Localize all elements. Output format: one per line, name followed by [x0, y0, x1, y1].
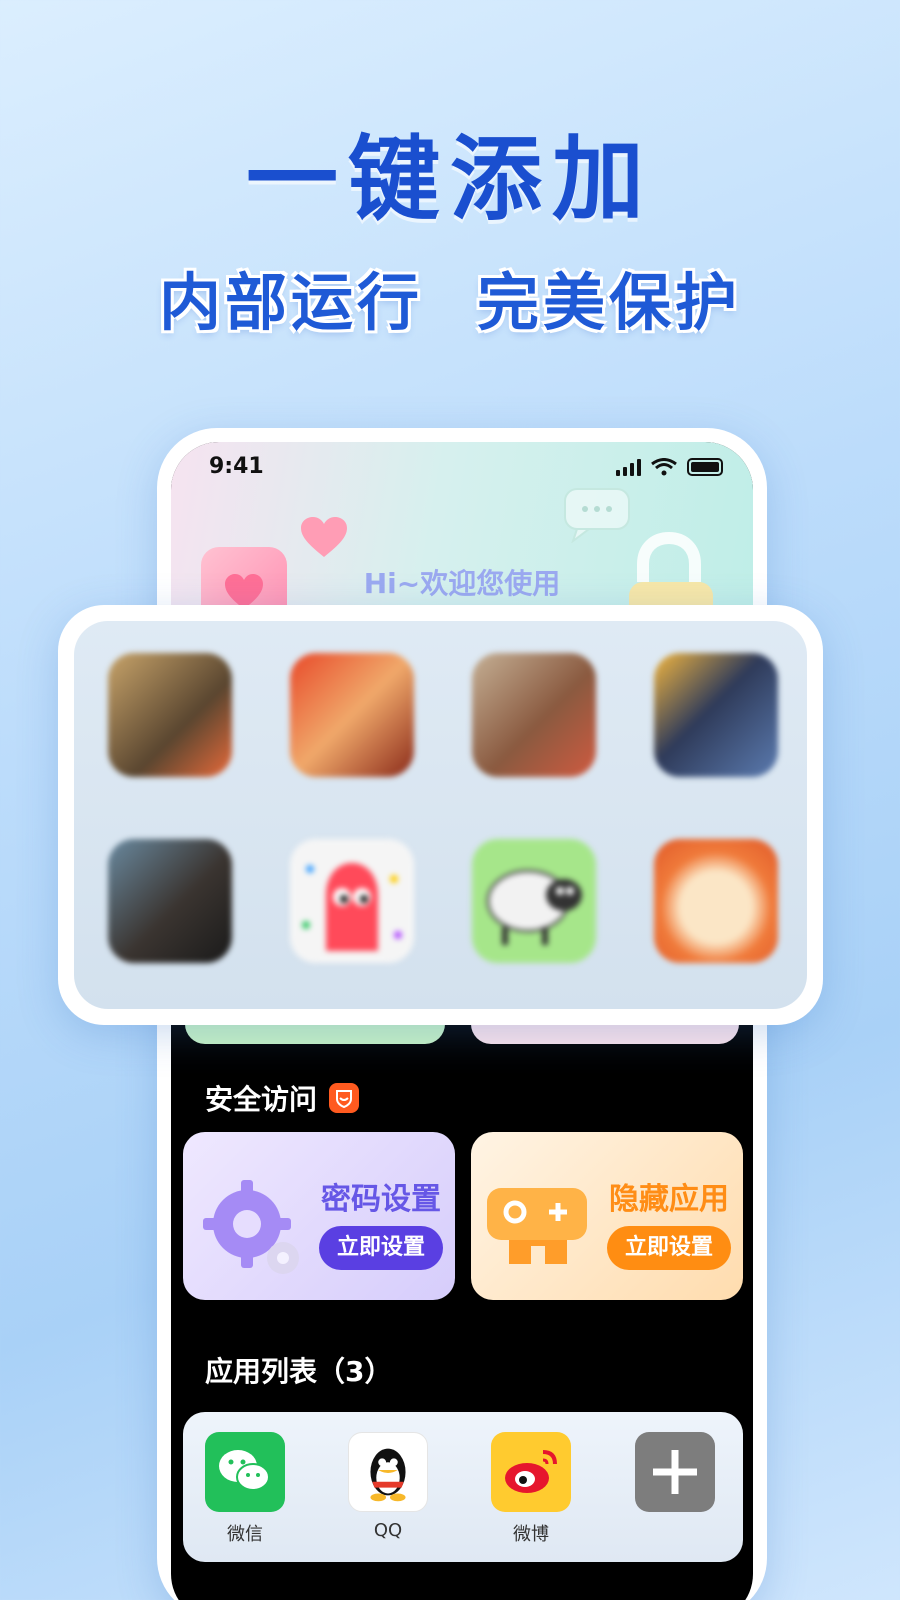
- app-label-wechat: 微信: [227, 1524, 263, 1545]
- hide-apps-card[interactable]: 隐藏应用 立即设置: [471, 1132, 743, 1300]
- game-3-icon[interactable]: [472, 653, 596, 777]
- feature-card-pink[interactable]: [471, 1022, 739, 1044]
- feature-cards-stub: [185, 1022, 739, 1044]
- app-list-title: 应用列表（3）: [205, 1355, 393, 1388]
- game-7-icon[interactable]: [472, 839, 596, 963]
- app-label-add: [635, 1520, 715, 1542]
- game-icons-grid: [74, 621, 807, 1009]
- app-list-panel: 微信 QQ 微博: [183, 1412, 743, 1562]
- app-item-wechat[interactable]: 微信: [205, 1432, 285, 1545]
- password-settings-card[interactable]: 密码设置 立即设置: [183, 1132, 455, 1300]
- status-icons: [616, 458, 723, 476]
- weibo-icon: [491, 1432, 571, 1512]
- game-1-icon[interactable]: [108, 653, 232, 777]
- app-label-weibo: 微博: [513, 1524, 549, 1545]
- add-app-button[interactable]: [635, 1432, 715, 1542]
- game-4-icon[interactable]: [654, 653, 778, 777]
- qq-icon: [348, 1432, 428, 1512]
- gamepad-icon: [487, 1188, 587, 1264]
- headline: 一键添加: [245, 126, 654, 233]
- app-item-weibo[interactable]: 微博: [491, 1432, 571, 1545]
- subline-part1: 内部运行: [158, 266, 423, 339]
- hide-card-title: 隐藏应用: [609, 1182, 729, 1217]
- game-5-icon[interactable]: [108, 839, 232, 963]
- feature-card-green[interactable]: [185, 1022, 445, 1044]
- subline-part2: 完美保护: [477, 266, 742, 339]
- gear-icon: [203, 1180, 299, 1274]
- game-2-icon[interactable]: [290, 653, 414, 777]
- subline: 内部运行 完美保护: [0, 252, 900, 342]
- security-title-text: 安全访问: [205, 1083, 318, 1116]
- app-label-qq: QQ: [373, 1520, 403, 1541]
- status-time: 9:41: [209, 454, 264, 479]
- app-item-qq[interactable]: QQ: [348, 1432, 428, 1542]
- add-icon: [635, 1432, 715, 1512]
- game-6-icon[interactable]: [290, 839, 414, 963]
- password-card-title: 密码设置: [321, 1182, 441, 1217]
- wechat-icon: [205, 1432, 285, 1512]
- security-section-title: 安全访问: [205, 1078, 360, 1118]
- shield-icon: [329, 1083, 360, 1113]
- game-icons-panel: [58, 605, 823, 1025]
- welcome-text: Hi~欢迎您使用: [363, 567, 561, 600]
- game-8-icon[interactable]: [654, 839, 778, 963]
- wifi-icon: [651, 458, 677, 476]
- status-bar: 9:41: [171, 454, 753, 484]
- signal-icon: [616, 458, 641, 476]
- password-setup-button[interactable]: 立即设置: [318, 1226, 443, 1270]
- battery-icon: [687, 458, 723, 476]
- hide-setup-button[interactable]: 立即设置: [606, 1226, 731, 1270]
- heart-icon: [301, 517, 347, 557]
